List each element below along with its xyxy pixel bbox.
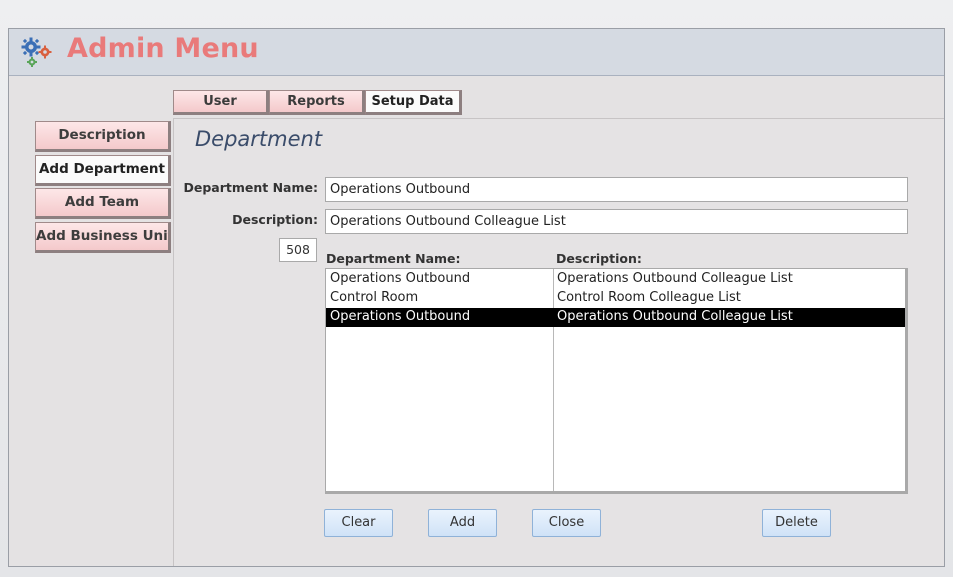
- clear-button[interactable]: Clear: [324, 509, 393, 537]
- gears-icon: [20, 36, 54, 68]
- section-title: Department: [195, 127, 323, 151]
- sidebar-item-add-team[interactable]: Add Team: [35, 188, 171, 219]
- tab-user[interactable]: User: [173, 90, 269, 115]
- record-id-field: 508: [279, 238, 317, 262]
- add-button[interactable]: Add: [428, 509, 497, 537]
- department-listbox[interactable]: Operations Outbound Operations Outbound …: [325, 268, 908, 494]
- list-item-description: Operations Outbound Colleague List: [557, 271, 793, 286]
- list-item-name: Operations Outbound: [330, 309, 471, 324]
- list-item[interactable]: Control Room Control Room Colleague List: [326, 289, 905, 308]
- app-title: Admin Menu: [67, 33, 259, 64]
- title-bar: Admin Menu: [9, 29, 944, 76]
- sidebar-item-add-business-unit[interactable]: Add Business Unit: [35, 222, 171, 253]
- close-button[interactable]: Close: [532, 509, 601, 537]
- sidebar-item-description[interactable]: Description: [35, 121, 171, 152]
- list-item-name: Control Room: [330, 290, 419, 305]
- description-field[interactable]: Operations Outbound Colleague List: [325, 209, 908, 234]
- delete-button[interactable]: Delete: [762, 509, 831, 537]
- list-item-name: Operations Outbound: [330, 271, 471, 286]
- sidebar-item-add-department[interactable]: Add Department: [35, 155, 171, 186]
- tab-setup-data[interactable]: Setup Data: [365, 90, 462, 115]
- department-name-field[interactable]: Operations Outbound: [325, 177, 908, 202]
- list-item-description: Control Room Colleague List: [557, 290, 741, 305]
- column-header-description: Description:: [556, 251, 642, 266]
- tab-reports[interactable]: Reports: [269, 90, 365, 115]
- list-item-description: Operations Outbound Colleague List: [557, 309, 793, 324]
- column-header-department-name: Department Name:: [326, 251, 461, 266]
- list-item-selected[interactable]: Operations Outbound Operations Outbound …: [326, 308, 905, 327]
- department-name-label: Department Name:: [183, 180, 318, 195]
- description-label: Description:: [232, 212, 318, 227]
- list-item[interactable]: Operations Outbound Operations Outbound …: [326, 270, 905, 289]
